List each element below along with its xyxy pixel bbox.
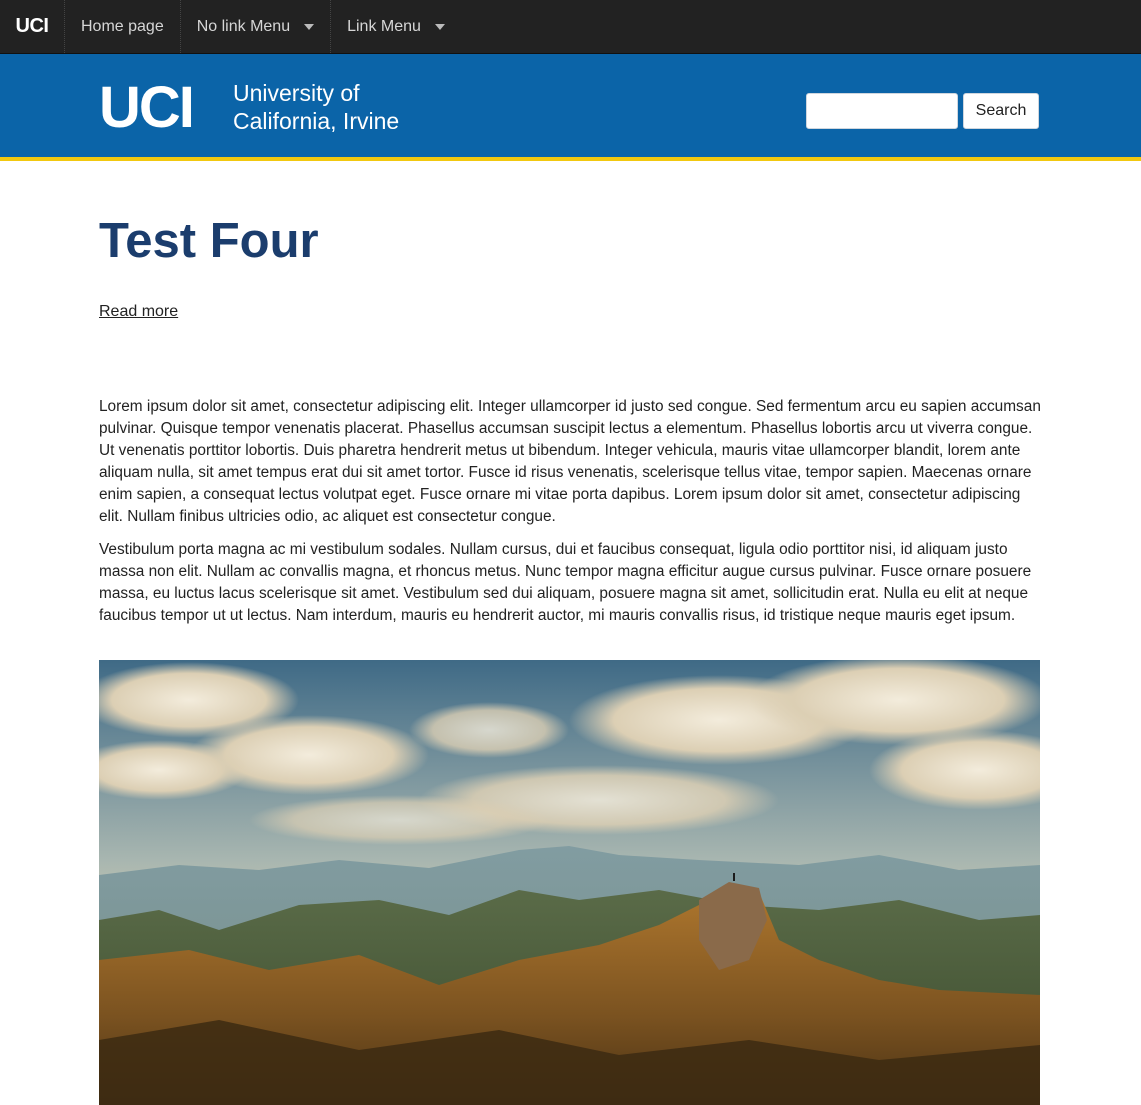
top-navbar: UCI Home page No link Menu Link Menu bbox=[0, 0, 1141, 54]
uci-logo-mark[interactable]: UCI bbox=[99, 79, 195, 137]
landscape-image bbox=[99, 660, 1040, 1105]
body-paragraph: Vestibulum porta magna ac mi vestibulum … bbox=[99, 541, 1032, 624]
search-button[interactable]: Search bbox=[963, 93, 1039, 129]
nav-item-label: Home page bbox=[81, 17, 164, 35]
nav-item-link-menu[interactable]: Link Menu bbox=[331, 0, 461, 53]
logo-line-1: University of bbox=[233, 80, 360, 106]
uci-logo-text[interactable]: University of California, Irvine bbox=[233, 79, 399, 135]
header-accent-stripe bbox=[0, 157, 1141, 161]
read-more-link[interactable]: Read more bbox=[99, 303, 178, 321]
page-title: Test Four bbox=[99, 214, 319, 268]
search-input[interactable] bbox=[806, 93, 958, 129]
caret-down-icon bbox=[304, 23, 315, 30]
brand-link[interactable]: UCI bbox=[0, 0, 65, 53]
caret-down-icon bbox=[434, 23, 445, 30]
nav-item-label: Link Menu bbox=[347, 17, 421, 35]
body-paragraph: Lorem ipsum dolor sit amet, consectetur … bbox=[99, 398, 1041, 525]
nav-item-home-page[interactable]: Home page bbox=[65, 0, 181, 53]
nav-item-label: No link Menu bbox=[196, 17, 291, 35]
logo-line-2: California, Irvine bbox=[233, 108, 400, 134]
nav-item-no-link-menu[interactable]: No link Menu bbox=[181, 0, 332, 53]
